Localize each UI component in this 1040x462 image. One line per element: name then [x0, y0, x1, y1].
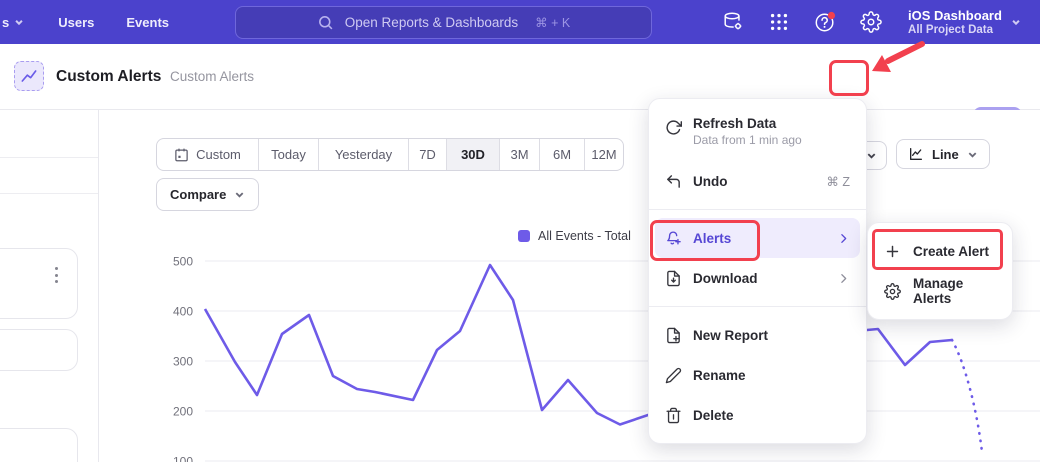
alerts-bell-icon	[665, 230, 682, 247]
range-today[interactable]: Today	[258, 139, 318, 170]
range-12m[interactable]: 12M	[584, 139, 623, 170]
menu-item-label: Refresh Data	[693, 116, 802, 131]
menu-item-sublabel: Data from 1 min ago	[693, 133, 802, 147]
nav-item-partial-label: s	[2, 15, 9, 30]
menu-divider	[649, 306, 866, 307]
apps-grid-icon[interactable]	[768, 11, 790, 33]
sidebar-divider	[0, 193, 99, 194]
legend-swatch	[518, 230, 530, 242]
range-6m[interactable]: 6M	[539, 139, 584, 170]
menu-item-label: Manage Alerts	[913, 276, 996, 306]
menu-item-new-report[interactable]: New Report	[655, 315, 860, 355]
menu-item-download[interactable]: Download	[655, 258, 860, 298]
refresh-icon	[665, 119, 682, 136]
help-icon[interactable]	[814, 11, 836, 33]
svg-text:300: 300	[173, 355, 193, 369]
chevron-down-icon	[866, 150, 877, 161]
rename-pencil-icon	[665, 367, 682, 384]
menu-item-refresh-data[interactable]: Refresh Data Data from 1 min ago	[655, 111, 860, 161]
search-icon	[317, 14, 334, 31]
submenu-item-manage-alerts[interactable]: Manage Alerts	[874, 271, 1006, 311]
project-selector[interactable]: iOS Dashboard All Project Data	[908, 8, 1021, 37]
menu-item-label: New Report	[693, 328, 768, 343]
top-navbar: s Users Events Open Reports & Dashboards…	[0, 0, 1040, 44]
sidebar-card[interactable]	[0, 248, 78, 319]
range-3m[interactable]: 3M	[499, 139, 539, 170]
svg-text:200: 200	[173, 405, 193, 419]
menu-divider	[649, 209, 866, 210]
breadcrumb: Custom Alerts	[170, 69, 254, 84]
report-context-menu: Refresh Data Data from 1 min ago Undo ⌘ …	[648, 98, 867, 444]
alerts-submenu: Create Alert Manage Alerts	[867, 222, 1013, 320]
menu-item-shortcut: ⌘ Z	[826, 174, 850, 189]
plus-icon	[884, 243, 901, 260]
range-30d[interactable]: 30D	[446, 139, 499, 170]
svg-text:500: 500	[173, 255, 193, 269]
calendar-icon	[174, 147, 189, 162]
date-range-control: Custom Today Yesterday 7D 30D 3M 6M 12M	[156, 138, 624, 171]
range-custom[interactable]: Custom	[157, 139, 258, 170]
menu-item-delete[interactable]: Delete	[655, 395, 860, 435]
chevron-down-icon	[1011, 17, 1021, 27]
project-scope: All Project Data	[908, 23, 1002, 37]
legend-item[interactable]: All Events - Total	[518, 229, 631, 243]
chevron-down-icon	[14, 17, 24, 27]
line-chart-icon	[908, 146, 924, 162]
menu-item-label: Delete	[693, 408, 734, 423]
nav-item-partial[interactable]: s	[2, 15, 24, 30]
chevron-down-icon	[234, 189, 245, 200]
chevron-down-icon	[967, 149, 978, 160]
range-yesterday[interactable]: Yesterday	[318, 139, 408, 170]
delete-trash-icon	[665, 407, 682, 424]
menu-item-label: Download	[693, 271, 758, 286]
range-7d[interactable]: 7D	[408, 139, 446, 170]
kebab-menu-icon[interactable]	[51, 263, 62, 287]
settings-gear-icon[interactable]	[860, 11, 882, 33]
svg-text:400: 400	[173, 305, 193, 319]
legend-label: All Events - Total	[538, 229, 631, 243]
sidebar-card[interactable]	[0, 428, 78, 462]
menu-item-label: Rename	[693, 368, 746, 383]
menu-item-rename[interactable]: Rename	[655, 355, 860, 395]
nav-item-events[interactable]: Events	[126, 15, 169, 30]
search-placeholder: Open Reports & Dashboards	[345, 15, 518, 30]
notification-dot	[828, 12, 835, 19]
svg-text:100: 100	[173, 455, 193, 462]
chart-type-dropdown[interactable]: Line	[896, 139, 990, 169]
navbar-icon-group	[722, 11, 882, 33]
menu-item-label: Alerts	[693, 231, 731, 246]
report-header: ‹ Custom Alerts Custom Alerts GV Duplica…	[0, 44, 1040, 110]
nav-item-users[interactable]: Users	[58, 15, 94, 30]
undo-icon	[665, 173, 682, 190]
left-sidebar	[0, 110, 99, 462]
chevron-right-icon	[837, 232, 850, 245]
search-shortcut: ⌘ + K	[535, 15, 570, 30]
compare-button[interactable]: Compare	[156, 178, 259, 211]
project-name: iOS Dashboard	[908, 8, 1002, 23]
data-management-icon[interactable]	[722, 11, 744, 33]
report-type-icon	[14, 61, 44, 91]
new-report-icon	[665, 327, 682, 344]
gear-icon	[884, 283, 901, 300]
submenu-item-create-alert[interactable]: Create Alert	[874, 231, 1006, 271]
download-icon	[665, 270, 682, 287]
menu-item-label: Create Alert	[913, 244, 989, 259]
search-input[interactable]: Open Reports & Dashboards ⌘ + K	[235, 6, 652, 39]
page-title: Custom Alerts	[56, 68, 161, 86]
menu-item-undo[interactable]: Undo ⌘ Z	[655, 161, 860, 201]
chevron-right-icon	[837, 272, 850, 285]
menu-item-label: Undo	[693, 174, 728, 189]
sidebar-divider	[0, 157, 99, 158]
menu-item-alerts[interactable]: Alerts	[655, 218, 860, 258]
sidebar-card[interactable]	[0, 329, 78, 371]
